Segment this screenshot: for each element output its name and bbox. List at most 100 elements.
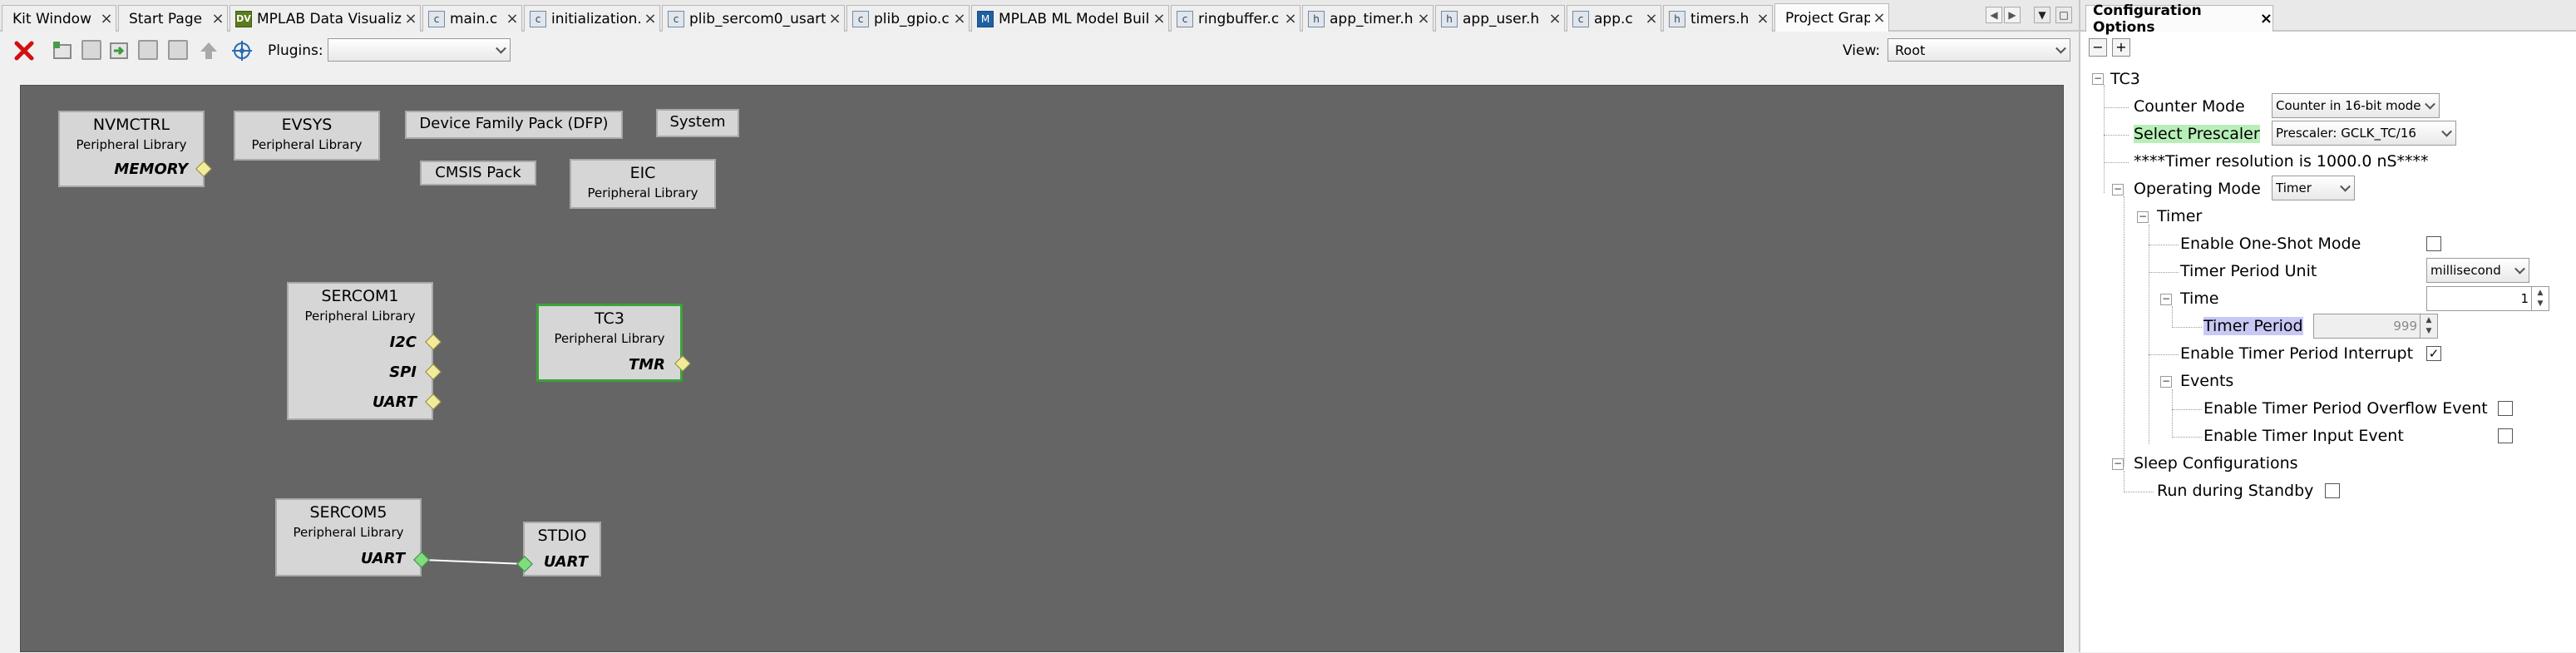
tab-configuration-options[interactable]: Configuration Options × xyxy=(2085,2,2273,36)
remove-from-group-icon[interactable] xyxy=(138,40,158,60)
close-icon[interactable]: × xyxy=(209,10,227,27)
input-event-label: Enable Timer Input Event xyxy=(2203,427,2404,445)
tab-label: plib_gpio.c xyxy=(874,10,950,27)
node-nvmctrl[interactable]: NVMCTRL Peripheral Library MEMORY xyxy=(58,111,205,187)
add-group-icon[interactable] xyxy=(52,40,73,62)
auto-layout-icon[interactable] xyxy=(231,40,253,62)
tab-ringbuffer-c[interactable]: c ringbuffer.c × xyxy=(1171,5,1300,32)
chevron-down-icon xyxy=(2340,181,2351,192)
close-icon[interactable]: × xyxy=(1150,10,1168,27)
project-graph-canvas[interactable]: NVMCTRL Peripheral Library MEMORY EVSYS … xyxy=(20,85,2064,652)
add-component-icon[interactable] xyxy=(81,40,101,60)
tab-app-c[interactable]: c app.c × xyxy=(1567,5,1661,32)
operating-mode-dropdown[interactable]: Timer xyxy=(2272,176,2355,200)
period-interrupt-checkbox[interactable]: ✓ xyxy=(2426,346,2441,361)
one-shot-mode-label: Enable One-Shot Mode xyxy=(2180,235,2361,253)
close-icon[interactable]: × xyxy=(950,10,969,27)
node-system[interactable]: System xyxy=(656,109,739,137)
tab-plib-sercom0-usart-c[interactable]: c plib_sercom0_usart.c × xyxy=(662,5,845,32)
spinner-arrows-icon: ▲ ▼ xyxy=(2420,314,2437,338)
tab-app-timer-h[interactable]: h app_timer.h × xyxy=(1302,5,1434,32)
collapse-toggle-icon[interactable]: − xyxy=(2137,211,2149,223)
time-label: Time xyxy=(2180,289,2219,308)
time-spinner[interactable]: 1 ▲ ▼ xyxy=(2426,286,2549,311)
collapse-toggle-icon[interactable]: − xyxy=(2092,73,2104,85)
overflow-event-checkbox[interactable] xyxy=(2498,401,2513,416)
tab-start-page[interactable]: Start Page × xyxy=(118,5,228,32)
file-icon: h xyxy=(1669,10,1685,27)
tab-project-graph[interactable]: Project Graph × xyxy=(1774,3,1889,32)
node-evsys[interactable]: EVSYS Peripheral Library xyxy=(234,111,380,161)
maximize-window-icon[interactable]: □ xyxy=(2055,7,2072,23)
close-icon[interactable]: × xyxy=(1754,10,1772,27)
tab-main-c[interactable]: c main.c × xyxy=(422,5,522,32)
plugins-label: Plugins: xyxy=(268,42,323,59)
close-icon[interactable]: × xyxy=(1546,10,1564,27)
node-title: SERCOM1 xyxy=(321,287,399,305)
tab-label: app.c xyxy=(1594,10,1633,27)
run-standby-checkbox[interactable] xyxy=(2325,483,2340,498)
node-sercom5[interactable]: SERCOM5 Peripheral Library UART xyxy=(275,498,422,576)
close-icon[interactable]: × xyxy=(503,10,521,27)
file-icon: c xyxy=(668,10,684,27)
close-icon[interactable]: × xyxy=(1414,10,1433,27)
close-icon[interactable]: × xyxy=(641,10,659,27)
move-into-group-icon[interactable] xyxy=(108,40,130,62)
tab-data-visualizer[interactable]: DV MPLAB Data Visualizer × xyxy=(229,5,421,32)
view-dropdown[interactable]: Root xyxy=(1888,38,2070,62)
run-standby-label: Run during Standby xyxy=(2157,482,2314,500)
node-device-family-pack[interactable]: Device Family Pack (DFP) xyxy=(405,111,623,139)
tree-guide xyxy=(2104,107,2129,108)
node-subtitle: Peripheral Library xyxy=(251,137,363,152)
close-icon[interactable]: × xyxy=(2260,10,2273,27)
node-sercom1[interactable]: SERCOM1 Peripheral Library I2C SPI UART xyxy=(287,282,433,420)
tree-guide xyxy=(2149,272,2179,273)
tab-app-user-h[interactable]: h app_user.h × xyxy=(1435,5,1565,32)
node-cmsis-pack[interactable]: CMSIS Pack xyxy=(420,161,536,186)
collapse-toggle-icon[interactable]: − xyxy=(2112,458,2124,470)
collapse-toggle-icon[interactable]: − xyxy=(2160,376,2172,388)
file-icon: h xyxy=(1441,10,1458,27)
spinner-arrows-icon[interactable]: ▲ ▼ xyxy=(2531,287,2549,310)
tab-timers-h[interactable]: h timers.h × xyxy=(1663,5,1773,32)
ungroup-icon[interactable] xyxy=(168,40,188,60)
close-icon[interactable]: × xyxy=(1281,10,1300,27)
tree-guide xyxy=(2104,135,2129,136)
tab-ml-model-builder[interactable]: M MPLAB ML Model Builder × xyxy=(971,5,1169,32)
chevron-down-icon xyxy=(2514,263,2525,275)
tab-label: MPLAB ML Model Builder xyxy=(999,10,1150,27)
select-prescaler-dropdown[interactable]: Prescaler: GCLK_TC/16 xyxy=(2272,121,2456,146)
tab-kit-window[interactable]: Kit Window × xyxy=(2,5,116,32)
tab-list-dropdown-icon[interactable]: ▼ xyxy=(2034,7,2050,23)
node-eic[interactable]: EIC Peripheral Library xyxy=(570,159,716,209)
expand-all-icon[interactable]: + xyxy=(2112,38,2130,57)
port-i2c: I2C xyxy=(389,334,417,351)
collapse-toggle-icon[interactable]: − xyxy=(2112,184,2124,195)
node-stdio[interactable]: STDIO UART xyxy=(523,522,601,576)
node-tc3[interactable]: TC3 Peripheral Library TMR xyxy=(536,304,683,382)
delete-icon[interactable] xyxy=(13,40,35,62)
plugins-dropdown[interactable] xyxy=(328,38,511,62)
up-arrow-icon[interactable] xyxy=(198,40,220,62)
tree-guide xyxy=(2104,162,2129,163)
close-icon[interactable]: × xyxy=(826,10,844,27)
tab-label: Start Page xyxy=(129,10,203,27)
close-icon[interactable]: × xyxy=(402,10,420,27)
input-event-checkbox[interactable] xyxy=(2498,428,2513,443)
tab-label: ringbuffer.c xyxy=(1198,10,1280,27)
tab-initialization-c[interactable]: c initialization.c × xyxy=(524,5,660,32)
collapse-toggle-icon[interactable]: − xyxy=(2160,294,2172,305)
timer-period-unit-dropdown[interactable]: millisecond xyxy=(2426,258,2529,283)
one-shot-mode-checkbox[interactable] xyxy=(2426,236,2441,251)
scroll-tabs-left-icon[interactable]: ◀ xyxy=(1986,7,2002,23)
collapse-all-icon[interactable]: − xyxy=(2089,38,2107,57)
scroll-tabs-right-icon[interactable]: ▶ xyxy=(2004,7,2021,23)
close-icon[interactable]: × xyxy=(1870,9,1888,27)
counter-mode-dropdown[interactable]: Counter in 16-bit mode xyxy=(2272,93,2440,118)
close-icon[interactable]: × xyxy=(1642,10,1661,27)
close-icon[interactable]: × xyxy=(97,10,116,27)
select-prescaler-label: Select Prescaler xyxy=(2134,125,2260,143)
tab-plib-gpio-c[interactable]: c plib_gpio.c × xyxy=(846,5,970,32)
tree-guide xyxy=(2172,437,2202,438)
tab-label: Project Graph xyxy=(1785,9,1870,27)
